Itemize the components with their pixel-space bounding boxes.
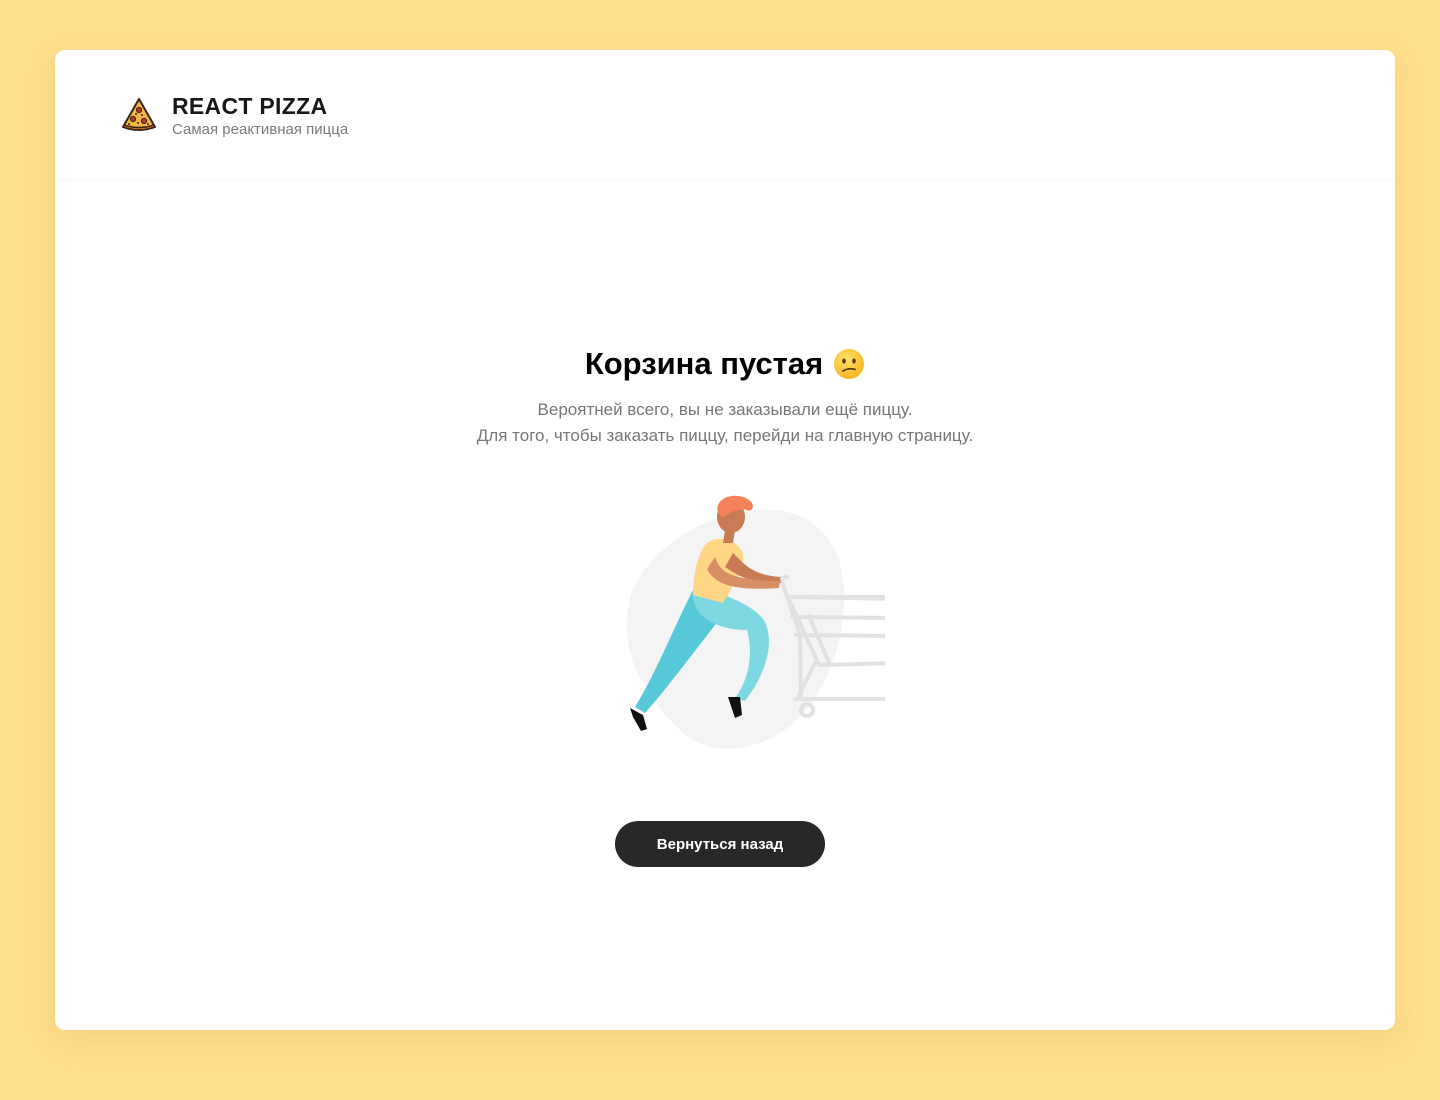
cart-empty-section: Корзина пустая Вероятней всего, вы не за…: [55, 345, 1395, 449]
header: REACT PIZZA Самая реактивная пицца: [55, 50, 1395, 181]
cart-empty-description: Вероятней всего, вы не заказывали ещё пи…: [55, 397, 1395, 449]
person-pushing-cart-illustration: [626, 495, 885, 749]
logo-text: REACT PIZZA Самая реактивная пицца: [172, 92, 348, 140]
pizza-slice-icon: [122, 98, 156, 131]
logo-title: REACT PIZZA: [172, 93, 328, 119]
cart-empty-title: Корзина пустая: [585, 345, 865, 383]
confused-face-emoji-icon: [834, 349, 865, 379]
cart-empty-description-line1: Вероятней всего, вы не заказывали ещё пи…: [537, 400, 913, 419]
logo-link[interactable]: REACT PIZZA Самая реактивная пицца: [120, 92, 348, 140]
page-wrapper: REACT PIZZA Самая реактивная пицца Корзи…: [55, 50, 1395, 1030]
logo-subtitle: Самая реактивная пицца: [172, 121, 349, 138]
cart-empty-description-line2: Для того, чтобы заказать пиццу, перейди …: [476, 426, 974, 445]
back-button[interactable]: Вернуться назад: [615, 821, 825, 867]
cart-empty-title-text: Корзина пустая: [584, 346, 824, 381]
